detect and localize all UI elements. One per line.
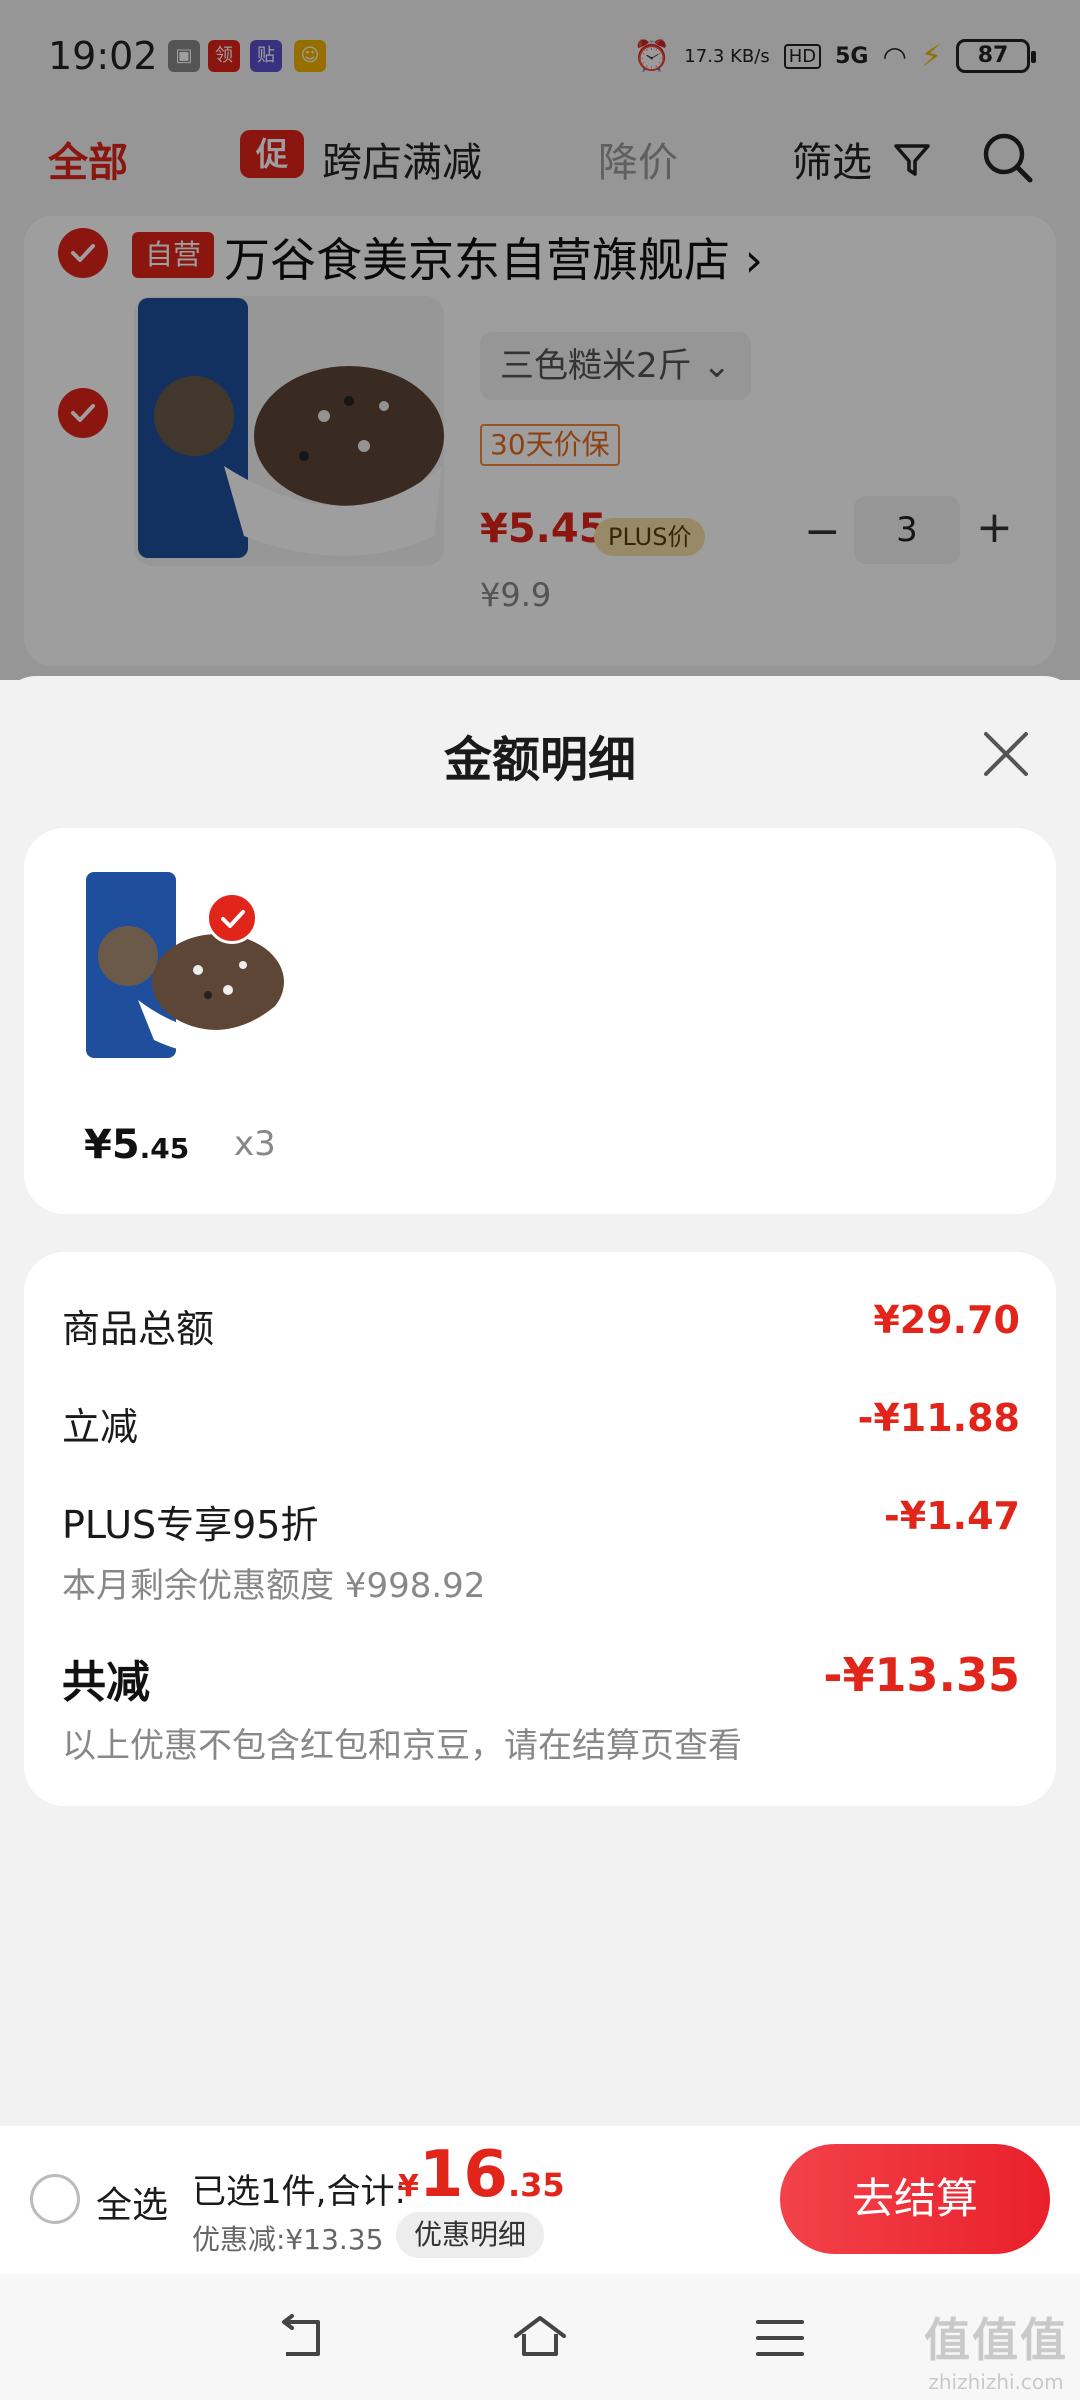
close-icon[interactable] — [980, 728, 1032, 780]
checkout-button[interactable]: 去结算 — [780, 2144, 1050, 2254]
checkmark-icon — [221, 910, 245, 928]
selected-summary: 已选1件,合计: — [192, 2172, 406, 2212]
item-selected-check — [206, 892, 258, 944]
goods-total-value: ¥29.70 — [873, 1298, 1020, 1342]
select-all-label[interactable]: 全选 — [96, 2176, 168, 2228]
cart-total-price: ¥16.35 — [398, 2138, 565, 2212]
total-discount-label: 共减 — [62, 1657, 150, 1708]
watermark-logo: 值值值 — [924, 2313, 1068, 2367]
total-dec: .35 — [507, 2166, 565, 2204]
item-price-int: ¥5 — [84, 1122, 140, 1168]
modal-overlay[interactable] — [0, 0, 1080, 680]
plus-remaining-quota: 本月剩余优惠额度 ¥998.92 — [62, 1566, 486, 1606]
plus-discount-value: -¥1.47 — [884, 1494, 1020, 1538]
item-quantity: x3 — [234, 1124, 276, 1164]
item-price-dec: .45 — [139, 1132, 190, 1165]
instant-discount-value: -¥11.88 — [857, 1396, 1020, 1440]
menu-icon[interactable] — [752, 2310, 808, 2366]
item-price: ¥5.45 — [84, 1122, 189, 1168]
item-thumbnail[interactable] — [78, 870, 284, 1070]
goods-total-label: 商品总额 — [62, 1307, 215, 1351]
instant-discount-label: 立减 — [62, 1405, 139, 1449]
home-icon[interactable] — [512, 2310, 568, 2366]
plus-discount-label: PLUS专享95折 — [62, 1503, 319, 1547]
back-icon[interactable] — [272, 2310, 328, 2366]
discount-amount: 优惠减:¥13.35 — [192, 2223, 384, 2256]
watermark-url: zhizhizhi.com — [928, 2370, 1064, 2394]
site-watermark: 值值值 zhizhizhi.com — [924, 2304, 1068, 2394]
discount-detail-button[interactable]: 优惠明细 — [396, 2212, 545, 2258]
discount-note: 以上优惠不包含红包和京豆，请在结算页查看 — [62, 1726, 742, 1766]
select-all-checkbox[interactable] — [30, 2174, 80, 2224]
total-int: 16 — [418, 2138, 508, 2212]
sheet-title: 金额明细 — [443, 732, 636, 788]
total-currency: ¥ — [398, 2169, 419, 2204]
total-discount-value: -¥13.35 — [823, 1648, 1020, 1702]
